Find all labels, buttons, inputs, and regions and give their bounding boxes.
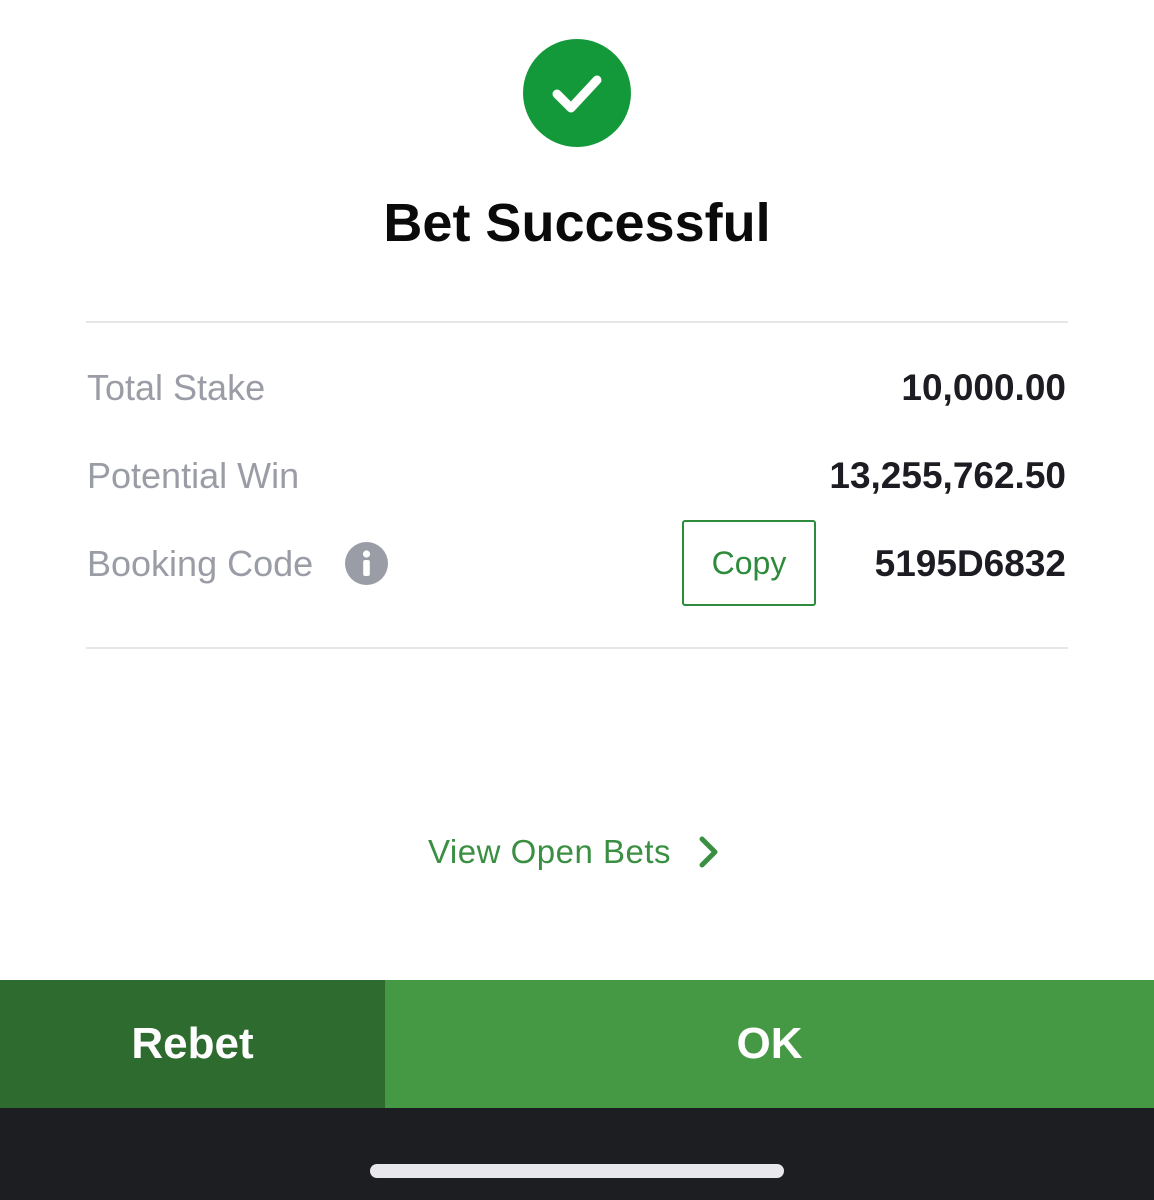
action-bar: Rebet OK [0,980,1154,1108]
ok-button[interactable]: OK [385,980,1154,1108]
home-indicator[interactable] [370,1164,784,1178]
potential-win-label: Potential Win [87,455,300,496]
page-title: Bet Successful [383,193,771,253]
checkmark-icon [552,75,602,113]
total-stake-value: 10,000.00 [901,367,1066,408]
booking-code-value: 5195D6832 [874,543,1066,584]
system-bottom-bar [0,1108,1154,1200]
rebet-button[interactable]: Rebet [0,980,385,1108]
booking-code-label: Booking Code [87,543,314,584]
divider-top [86,321,1068,323]
total-stake-label: Total Stake [87,367,266,408]
divider-bottom [86,647,1068,649]
view-open-bets-link[interactable]: View Open Bets [428,830,721,874]
copy-button[interactable]: Copy [682,520,816,606]
view-open-bets-label: View Open Bets [428,833,672,870]
check-circle-icon [523,39,631,147]
chevron-right-icon [699,836,718,868]
potential-win-value: 13,255,762.50 [829,455,1066,496]
info-icon[interactable] [345,542,388,585]
